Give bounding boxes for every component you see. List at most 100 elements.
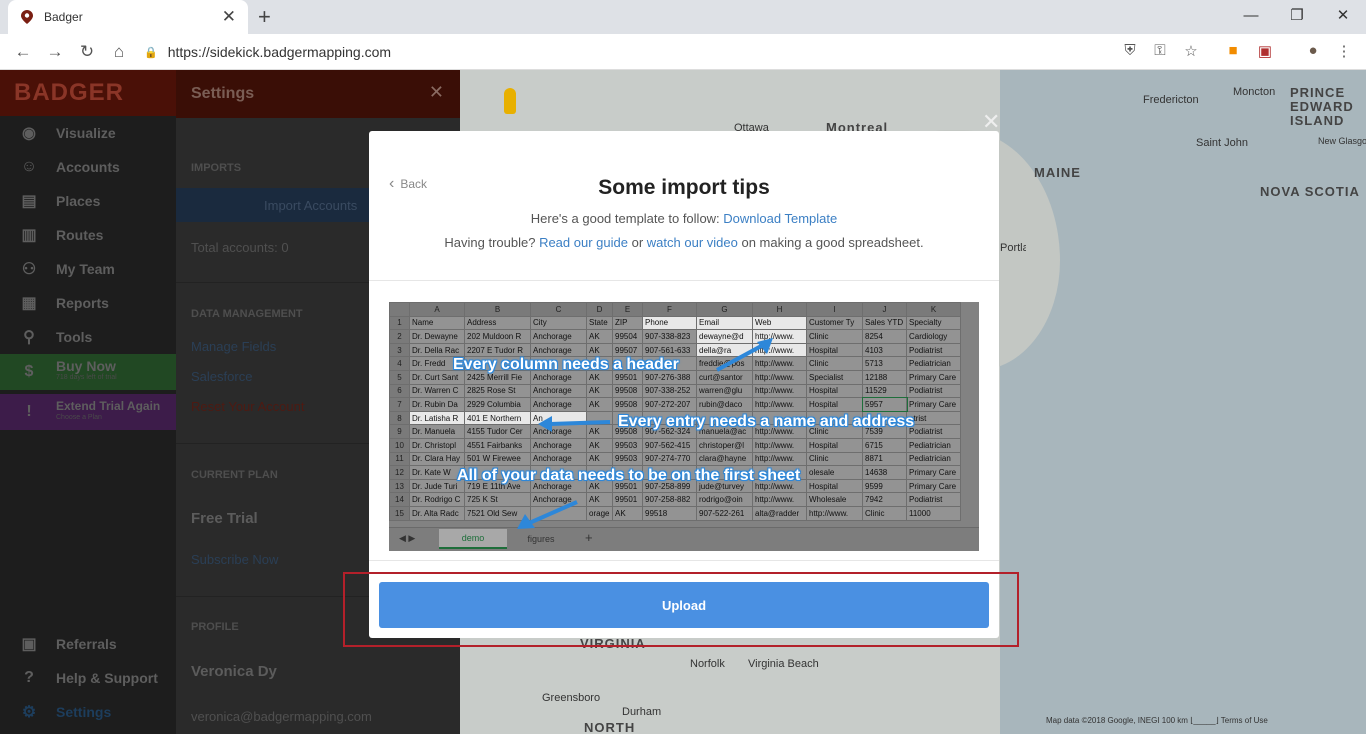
table-cell: 7942 (862, 492, 907, 507)
table-cell: Dr. Christopl (409, 437, 465, 453)
arrow-to-sheet-icon (517, 500, 578, 529)
key-icon[interactable]: ⚿ (1150, 42, 1170, 59)
extension-clip-icon[interactable]: ▣ (1255, 42, 1275, 60)
table-cell: 2929 Columbia (464, 397, 531, 412)
table-cell: Sales YTD (862, 315, 907, 331)
spreadsheet-example: A B C D E F G H I J K 1 Name Address City State ZIP Phone… (389, 302, 979, 551)
table-cell: 4155 Tudor Cer (464, 424, 531, 439)
annotation-sheet: All of your data needs to be on the firs… (457, 467, 801, 484)
table-cell: 501 W Firewee (464, 451, 531, 467)
table-cell: Clinic (806, 329, 863, 344)
row-number: 14 (389, 492, 410, 507)
new-tab-icon[interactable]: + (258, 3, 271, 31)
table-cell: Dr. Rodrigo C (409, 492, 465, 507)
column-letter: K (906, 302, 961, 317)
star-icon[interactable]: ☆ (1181, 42, 1201, 60)
table-cell: 8254 (862, 329, 907, 344)
column-letter: I (806, 302, 863, 317)
table-cell: Podiatrist (906, 424, 961, 439)
table-cell: 907-272-207 (642, 397, 697, 412)
table-cell: Podiatrist (906, 492, 961, 507)
table-cell: Dr. Clara Hay (409, 451, 465, 467)
table-row: 10 Dr. Christopl 4551 Fairbanks Anchorage AK… (389, 437, 961, 453)
tab-title: Badger (44, 10, 83, 24)
table-cell: Specialist (806, 369, 863, 385)
read-guide-link[interactable]: Read our guide (539, 235, 628, 250)
table-cell: 14638 (862, 465, 907, 480)
table-cell: Hospital (806, 478, 863, 494)
table-row: 11 Dr. Clara Hay 501 W Firewee Anchorage AK 9… (389, 451, 961, 467)
table-cell: 907-274-770 (642, 451, 697, 467)
sheet-tab-figures[interactable]: figures (513, 529, 569, 549)
url-field[interactable]: 🔒 https://sidekick.badgermapping.com (144, 40, 1214, 64)
table-cell: warren@glu (696, 383, 753, 399)
table-cell: Anchorage (530, 437, 587, 453)
watch-video-link[interactable]: watch our video (647, 235, 738, 250)
menu-dots-icon[interactable]: ⋮ (1334, 42, 1354, 60)
table-cell: AK (586, 451, 613, 467)
restore-icon[interactable]: ❐ (1274, 0, 1320, 30)
profile-avatar-icon[interactable]: ● (1303, 42, 1323, 59)
table-cell: 202 Muldoon R (464, 329, 531, 344)
window-close-icon[interactable]: ✕ (1320, 0, 1366, 30)
table-row: 15 Dr. Alta Radc 7521 Old Sew orage AK 99518 9… (389, 505, 961, 521)
table-cell: 99503 (612, 451, 643, 467)
table-cell: 99507 (612, 342, 643, 358)
table-cell: 2207 E Tudor R (464, 342, 531, 358)
annotation-header: Every column needs a header (453, 356, 679, 373)
table-cell: State (586, 315, 613, 331)
home-icon[interactable]: ⌂ (108, 42, 130, 62)
close-tab-icon[interactable]: ✕ (222, 7, 236, 27)
table-cell: Primary Care (906, 397, 961, 412)
table-cell: Hospital (806, 383, 863, 399)
reload-icon[interactable]: ↻ (76, 42, 98, 62)
table-cell: 11529 (862, 383, 907, 399)
table-cell: Anchorage (530, 329, 587, 344)
shield-icon[interactable]: ⛨ (1120, 42, 1140, 59)
modal-footer-divider (369, 560, 999, 561)
table-cell: Hospital (806, 437, 863, 453)
table-cell: clara@hayne (696, 451, 753, 467)
table-cell: Pediatrician (906, 437, 961, 453)
browser-tab[interactable]: Badger ✕ (8, 0, 248, 34)
row-number: 11 (389, 451, 410, 467)
badger-favicon-icon (20, 10, 34, 24)
table-cell: 99501 (612, 492, 643, 507)
table-cell: orage (586, 505, 613, 521)
table-cell: Dr. Alta Radc (409, 505, 465, 521)
table-cell: 99508 (612, 383, 643, 399)
table-cell: http://www. (752, 397, 807, 412)
row-number: 8 (389, 410, 410, 426)
forward-icon[interactable]: → (44, 42, 66, 62)
extension-bag-icon[interactable]: ■ (1223, 42, 1243, 59)
column-letter (389, 302, 410, 317)
row-number: 13 (389, 478, 410, 494)
table-cell: http://www. (752, 492, 807, 507)
back-icon[interactable]: ← (12, 42, 34, 62)
table-row: 3 Dr. Della Rac 2207 E Tudor R Anchorage AK 9… (389, 342, 961, 358)
table-cell: Dr. Rubin Da (409, 397, 465, 412)
sheet-tab-demo[interactable]: demo (439, 529, 507, 549)
table-row: 2 Dr. Dewayne 202 Muldoon R Anchorage AK 9950… (389, 329, 961, 344)
table-cell: atrist (906, 410, 961, 426)
table-cell: Address (464, 315, 531, 331)
table-cell: 4103 (862, 342, 907, 358)
column-letter: B (464, 302, 531, 317)
tab-prev-icon: ◀ ▶ (399, 533, 416, 543)
table-cell: Hospital (806, 397, 863, 412)
table-cell: Anchorage (530, 383, 587, 399)
row-number: 2 (389, 329, 410, 344)
table-cell: alta@radder (752, 505, 807, 521)
row-number: 3 (389, 342, 410, 358)
row-number: 4 (389, 356, 410, 371)
upload-highlight-box (343, 572, 1019, 647)
table-cell: Clinic (862, 505, 907, 521)
table-cell: AK (586, 329, 613, 344)
table-cell: 907-338-823 (642, 329, 697, 344)
download-template-link[interactable]: Download Template (723, 211, 837, 226)
minimize-icon[interactable]: — (1228, 0, 1274, 30)
annotation-entry: Every entry needs a name and address (618, 413, 915, 430)
spreadsheet-table: A B C D E F G H I J K 1 Name Address City State ZIP Phone… (389, 302, 961, 521)
table-cell: 907-561-633 (642, 342, 697, 358)
add-sheet-icon: + (585, 530, 593, 545)
